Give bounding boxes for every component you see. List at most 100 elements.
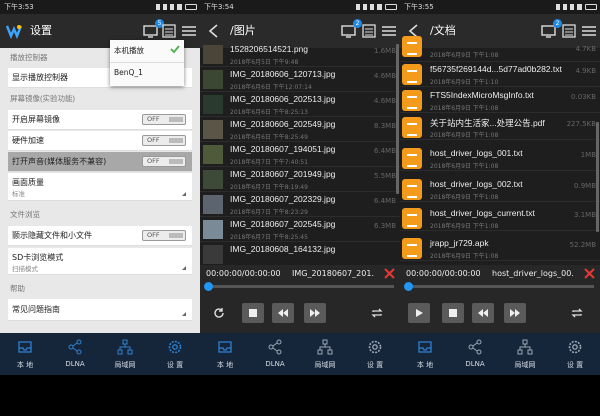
file-row[interactable]: f56735f269144d...5d77ad0b282.txt 2018年6月… bbox=[400, 62, 600, 87]
file-row[interactable]: IMG_20180608_164132.jpg bbox=[200, 242, 400, 267]
setting-enable-mirror[interactable]: 开启屏幕镜像 OFF bbox=[8, 110, 192, 130]
repeat-icon bbox=[571, 308, 583, 318]
file-name: IMG_20180607_202329.jpg bbox=[230, 194, 336, 204]
file-row[interactable]: 关于站内生活家...处理公告.pdf 2018年6月9日 下午1:08 227.… bbox=[400, 115, 600, 140]
nav-local[interactable]: 本 地 bbox=[0, 333, 50, 375]
progress-bar[interactable] bbox=[404, 282, 594, 291]
stop-button[interactable] bbox=[442, 303, 464, 323]
setting-sd-mode[interactable]: SD卡浏览模式 扫描模式 bbox=[8, 248, 192, 275]
nav-dlna[interactable]: DLNA bbox=[450, 333, 500, 375]
document-icon bbox=[402, 148, 422, 169]
section-header: 屏幕镜像(实验功能) bbox=[10, 94, 75, 103]
file-date: 2018年6月6日 下午8:25:13 bbox=[230, 109, 308, 116]
file-row[interactable]: host_driver_logs_current.txt 2018年6月9日 下… bbox=[400, 206, 600, 231]
cast-button[interactable]: 2 bbox=[540, 19, 562, 39]
close-icon[interactable] bbox=[584, 268, 595, 279]
file-name: FTS5IndexMicroMsgInfo.txt bbox=[430, 90, 534, 100]
scrollbar[interactable] bbox=[596, 122, 599, 232]
close-icon[interactable] bbox=[384, 268, 395, 279]
list-view-icon[interactable] bbox=[360, 23, 378, 39]
battery-icon bbox=[185, 4, 197, 10]
file-row[interactable]: jrapp_jr729.apk 2018年6月9日 下午1:08 52.2MB bbox=[400, 236, 600, 261]
file-row[interactable]: IMG_20180607_202329.jpg 2018年6月7日 下午8:23… bbox=[200, 192, 400, 217]
bottom-nav: 本 地 DLNA 局域网 设 置 bbox=[0, 333, 200, 375]
nav-local[interactable]: 本 地 bbox=[400, 333, 450, 375]
play-button[interactable] bbox=[408, 303, 430, 323]
battery-icon bbox=[585, 4, 597, 10]
rotate-button[interactable] bbox=[208, 303, 230, 323]
nav-lan[interactable]: 局域网 bbox=[100, 333, 150, 375]
app-logo-icon bbox=[6, 25, 22, 39]
image-thumbnail bbox=[203, 195, 223, 214]
file-name: 关于站内生活家...处理公告.pdf bbox=[430, 118, 545, 128]
gear-icon bbox=[368, 340, 382, 354]
setting-open-sound[interactable]: 打开声音(媒体服务不兼容) OFF bbox=[8, 152, 192, 172]
mirror-toggle[interactable]: OFF bbox=[142, 114, 186, 125]
repeat-button[interactable] bbox=[366, 303, 388, 323]
file-name: IMG_20180608_164132.jpg bbox=[230, 244, 336, 254]
rotate-icon bbox=[214, 308, 224, 318]
scrollbar[interactable] bbox=[396, 44, 399, 194]
file-row[interactable]: IMG_20180607_201949.jpg 2018年6月7日 下午8:19… bbox=[200, 167, 400, 192]
fast-forward-button[interactable] bbox=[304, 303, 326, 323]
image-thumbnail bbox=[203, 170, 223, 189]
popup-option-local[interactable]: 本机播放 bbox=[114, 44, 144, 58]
document-icon bbox=[402, 238, 422, 259]
fast-forward-button[interactable] bbox=[504, 303, 526, 323]
setting-faq[interactable]: 常见问题指南 bbox=[8, 299, 192, 321]
nav-lan[interactable]: 局域网 bbox=[300, 333, 350, 375]
hw-accel-toggle[interactable]: OFF bbox=[142, 135, 186, 146]
file-row[interactable]: host_driver_logs_002.txt 2018年6月9日 下午1:0… bbox=[400, 177, 600, 202]
nav-dlna[interactable]: DLNA bbox=[50, 333, 100, 375]
setting-hidden-files[interactable]: 颢示隐藏文件和小文件 OFF bbox=[8, 226, 192, 246]
file-row[interactable]: 1528206514521.png 2018年6月5日 下午9:48 1.6MB bbox=[200, 42, 400, 67]
file-size: 0.9MB bbox=[574, 182, 596, 190]
arrow-back-icon[interactable] bbox=[207, 24, 221, 38]
cast-button[interactable]: 5 bbox=[142, 19, 164, 39]
file-row[interactable]: IMG_20180606_202513.jpg 2018年6月6日 下午8:25… bbox=[200, 92, 400, 117]
setting-hw-accel[interactable]: 硬件加速 OFF bbox=[8, 131, 192, 151]
file-row[interactable]: IMG_20180607_202545.jpg 2018年6月7日 下午8:25… bbox=[200, 217, 400, 242]
progress-bar[interactable] bbox=[204, 282, 394, 291]
file-row[interactable]: FTS5IndexMicroMsgInfo.txt 2018年6月9日 下午1:… bbox=[400, 88, 600, 113]
file-row[interactable]: IMG_20180606_202549.jpg 2018年6月6日 下午8:25… bbox=[200, 117, 400, 142]
nav-local[interactable]: 本 地 bbox=[200, 333, 250, 375]
nav-dlna[interactable]: DLNA bbox=[250, 333, 300, 375]
rewind-button[interactable] bbox=[472, 303, 494, 323]
progress-knob[interactable] bbox=[404, 282, 413, 291]
system-nav-bar bbox=[0, 375, 200, 416]
bottom-nav: 本 地 DLNA 局域网 设 置 bbox=[400, 333, 600, 375]
more-menu-icon[interactable] bbox=[380, 23, 398, 39]
more-menu-icon[interactable] bbox=[580, 23, 598, 39]
hamburger-menu-icon[interactable] bbox=[180, 23, 198, 39]
section-header: 帮助 bbox=[10, 284, 25, 293]
nav-settings[interactable]: 设 置 bbox=[150, 333, 200, 375]
setting-quality[interactable]: 画面质量 标准 bbox=[8, 173, 192, 201]
list-view-icon[interactable] bbox=[560, 23, 578, 39]
file-row[interactable]: IMG_20180607_194051.jpg 2018年6月7日 下午7:40… bbox=[200, 142, 400, 167]
repeat-button[interactable] bbox=[566, 303, 588, 323]
hidden-files-toggle[interactable]: OFF bbox=[142, 230, 186, 241]
file-row[interactable]: host_driver_logs_001.txt 2018年6月9日 下午1:0… bbox=[400, 146, 600, 171]
nav-lan[interactable]: 局域网 bbox=[500, 333, 550, 375]
file-size: 4.9KB bbox=[575, 67, 596, 75]
cast-button[interactable]: 2 bbox=[340, 19, 362, 39]
file-row[interactable]: IMG_20180606_120713.jpg 2018年6月6日 下午12:0… bbox=[200, 67, 400, 92]
nav-settings[interactable]: 设 置 bbox=[550, 333, 600, 375]
file-date: 2018年6月7日 下午8:23:29 bbox=[230, 209, 308, 216]
file-size: 1MB bbox=[580, 151, 596, 159]
list-view-icon[interactable] bbox=[160, 23, 178, 39]
file-name: IMG_20180607_202545.jpg bbox=[230, 219, 336, 229]
file-row[interactable]: 2018年6月9日 下午1:08 4.7KB bbox=[400, 36, 600, 62]
rewind-button[interactable] bbox=[272, 303, 294, 323]
share-icon bbox=[268, 339, 282, 355]
file-size: 227.5KB bbox=[566, 120, 596, 128]
stop-button[interactable] bbox=[242, 303, 264, 323]
nav-settings[interactable]: 设 置 bbox=[350, 333, 400, 375]
sound-toggle[interactable]: OFF bbox=[142, 156, 186, 167]
file-size: 6.4MB bbox=[374, 197, 396, 205]
popup-option-benq[interactable]: BenQ_1 bbox=[114, 66, 143, 80]
file-name: IMG_20180606_120713.jpg bbox=[230, 69, 336, 79]
progress-knob[interactable] bbox=[204, 282, 213, 291]
nav-label: DLNA bbox=[465, 360, 485, 368]
